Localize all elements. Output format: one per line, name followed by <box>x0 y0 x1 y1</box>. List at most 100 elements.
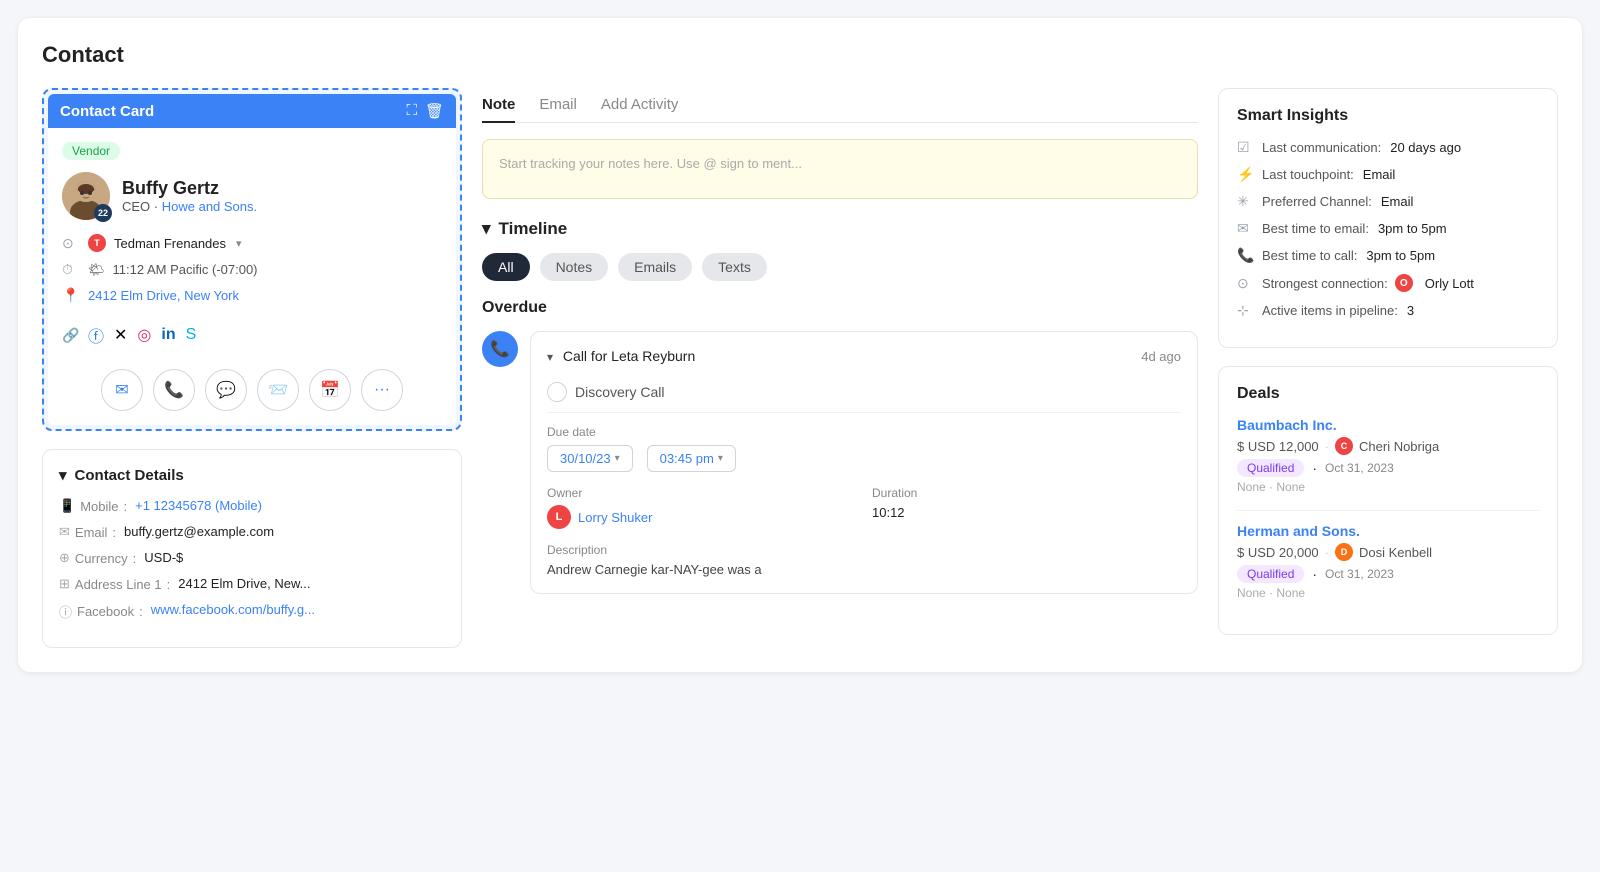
date-picker-button[interactable]: 30/10/23 ▾ <box>547 445 633 472</box>
filter-texts[interactable]: Texts <box>702 253 767 281</box>
deal-1-date: Oct 31, 2023 <box>1325 461 1394 475</box>
due-date-row: Due date 30/10/23 ▾ 03:45 pm ▾ <box>547 425 1181 472</box>
deal-1-name[interactable]: Baumbach Inc. <box>1237 417 1539 433</box>
facebook-row: ⓘ Facebook: www.facebook.com/buffy.g... <box>59 602 445 621</box>
time-row: ⏱ 🌤 11:12 AM Pacific (-07:00) <box>62 261 442 278</box>
email-clock-icon: ✉ <box>1237 220 1255 237</box>
facebook-value[interactable]: www.facebook.com/buffy.g... <box>151 602 315 617</box>
touchpoint-icon: ⚡ <box>1237 166 1255 183</box>
deal-divider <box>1237 510 1539 511</box>
calendar-button[interactable]: 📅 <box>309 369 351 411</box>
timeline-header[interactable]: ▾ Timeline <box>482 219 1198 239</box>
link-icon: 🔗 <box>62 327 80 344</box>
skype-icon[interactable]: S <box>186 326 197 344</box>
facebook-detail-icon: ⓘ <box>59 602 72 621</box>
owner-icon: ⊙ <box>62 235 80 252</box>
email-icon: ✉ <box>59 524 70 540</box>
tab-email[interactable]: Email <box>539 88 577 123</box>
left-column: Contact Card ⛶ 🗑 Vendor <box>42 88 462 648</box>
last-touchpoint-row: ⚡ Last touchpoint: Email <box>1237 166 1539 183</box>
envelope-button[interactable]: 📨 <box>257 369 299 411</box>
action-buttons: ✉ 📞 💬 📨 📅 ··· <box>62 369 442 411</box>
address-link[interactable]: 2412 Elm Drive, New York <box>88 288 239 303</box>
contact-role: CEO · Howe and Sons. <box>122 199 257 214</box>
owner-duration-row: Owner L Lorry Shuker Duration 10:12 <box>547 486 1181 529</box>
x-twitter-icon[interactable]: ✕ <box>114 325 127 345</box>
email-button[interactable]: ✉ <box>101 369 143 411</box>
connection-avatar: O <box>1395 274 1413 292</box>
contact-details-header[interactable]: ▾ Contact Details <box>59 466 445 484</box>
activity-chevron-icon[interactable]: ▾ <box>547 350 553 364</box>
best-time-call-row: 📞 Best time to call: 3pm to 5pm <box>1237 247 1539 264</box>
currency-value: USD-$ <box>144 550 183 565</box>
address-row: 📍 2412 Elm Drive, New York <box>62 287 442 304</box>
description-section: Description Andrew Carnegie kar-NAY-gee … <box>547 543 1181 577</box>
currency-row: ⊕ Currency: USD-$ <box>59 550 445 566</box>
deal-1-badge: Qualified <box>1237 459 1304 477</box>
tab-add-activity[interactable]: Add Activity <box>601 88 679 123</box>
channel-icon: ✳ <box>1237 193 1255 210</box>
deal-1-owner-avatar: C <box>1335 437 1353 455</box>
note-input[interactable]: Start tracking your notes here. Use @ si… <box>482 139 1198 199</box>
clock-icon: ⏱ <box>62 261 80 278</box>
activity-title: ▾ Call for Leta Reyburn <box>547 348 695 364</box>
overdue-label: Overdue <box>482 299 1198 317</box>
timeline-chevron-icon: ▾ <box>482 219 491 239</box>
delete-icon[interactable]: 🗑 <box>425 102 444 120</box>
filter-emails[interactable]: Emails <box>618 253 692 281</box>
linkedin-icon[interactable]: in <box>161 326 175 344</box>
mobile-row: 📱 Mobile: +1 12345678 (Mobile) <box>59 498 445 514</box>
deal-2-name[interactable]: Herman and Sons. <box>1237 523 1539 539</box>
owner-row: ⊙ T Tedman Frenandes ▾ <box>62 234 442 252</box>
avatar-badge: 22 <box>94 204 112 222</box>
best-email-label: Best time to email: <box>1262 221 1369 236</box>
filter-notes[interactable]: Notes <box>540 253 609 281</box>
activity-card: ▾ Call for Leta Reyburn 4d ago Discovery… <box>530 331 1198 594</box>
last-tp-label: Last touchpoint: <box>1262 167 1354 182</box>
currency-label: ⊕ Currency: <box>59 550 136 566</box>
time-picker-button[interactable]: 03:45 pm ▾ <box>647 445 736 472</box>
middle-column: Note Email Add Activity Start tracking y… <box>482 88 1198 648</box>
instagram-icon[interactable]: ◎ <box>137 325 151 345</box>
activity-row: 📞 ▾ Call for Leta Reyburn 4d ago Discove… <box>482 331 1198 594</box>
deal-2-none: None · None <box>1237 586 1539 600</box>
owner-chevron-icon[interactable]: ▾ <box>236 237 242 250</box>
sun-icon: 🌤 <box>88 262 105 278</box>
deal-2-owner: Dosi Kenbell <box>1359 545 1432 560</box>
address-icon: ⊞ <box>59 576 70 592</box>
contact-card-header: Contact Card ⛶ 🗑 <box>48 94 456 128</box>
social-icons: ⓕ ✕ ◎ in S <box>88 323 196 347</box>
deal-1-meta: $ USD 12,000 · C Cheri Nobriga <box>1237 437 1539 455</box>
address-label: ⊞ Address Line 1: <box>59 576 170 592</box>
page-title: Contact <box>42 42 1558 68</box>
discovery-call-text: Discovery Call <box>575 384 664 400</box>
email-value: buffy.gertz@example.com <box>124 524 274 539</box>
message-button[interactable]: 💬 <box>205 369 247 411</box>
deal-item-2: Herman and Sons. $ USD 20,000 · D Dosi K… <box>1237 523 1539 600</box>
facebook-icon[interactable]: ⓕ <box>88 323 104 347</box>
discovery-call-row: Discovery Call <box>547 372 1181 413</box>
email-row: ✉ Email: buffy.gertz@example.com <box>59 524 445 540</box>
active-items-label: Active items in pipeline: <box>1262 303 1398 318</box>
mobile-value[interactable]: +1 12345678 (Mobile) <box>135 498 262 513</box>
owner-name-link[interactable]: Lorry Shuker <box>578 510 652 525</box>
company-link[interactable]: Howe and Sons. <box>162 199 257 214</box>
description-text: Andrew Carnegie kar-NAY-gee was a <box>547 562 1181 577</box>
address-line1-value: 2412 Elm Drive, New... <box>178 576 310 591</box>
filter-all[interactable]: All <box>482 253 530 281</box>
call-clock-icon: 📞 <box>1237 247 1255 264</box>
phone-button[interactable]: 📞 <box>153 369 195 411</box>
duration-value: 10:12 <box>872 505 1181 520</box>
duration-section: Duration 10:12 <box>872 486 1181 529</box>
move-icon[interactable]: ⛶ <box>406 102 417 120</box>
more-button[interactable]: ··· <box>361 369 403 411</box>
owner-label: Owner <box>547 486 856 500</box>
contact-card-title: Contact Card <box>60 103 154 120</box>
contact-time: 11:12 AM Pacific (-07:00) <box>113 262 258 277</box>
smart-insights-title: Smart Insights <box>1237 107 1539 125</box>
activity-time: 4d ago <box>1141 349 1181 364</box>
connection-icon: ⊙ <box>1237 275 1255 292</box>
check-circle-icon[interactable] <box>547 382 567 402</box>
tab-note[interactable]: Note <box>482 88 515 123</box>
pref-channel-label: Preferred Channel: <box>1262 194 1372 209</box>
